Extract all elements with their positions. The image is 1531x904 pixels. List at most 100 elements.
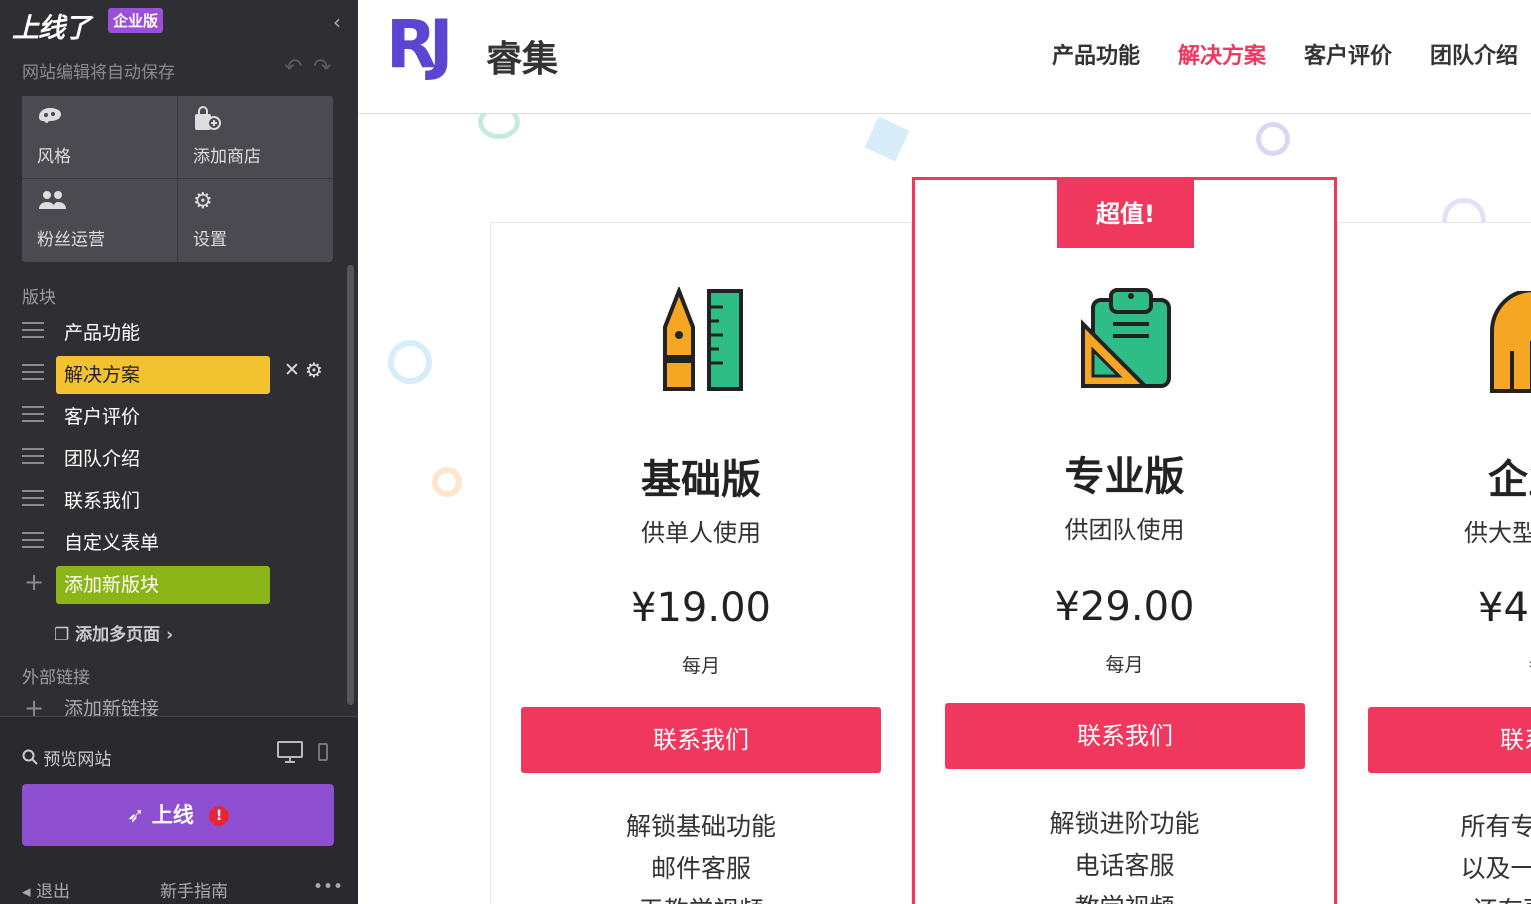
collapse-sidebar-icon[interactable]: ‹ bbox=[333, 10, 341, 34]
building-icon bbox=[1488, 288, 1531, 399]
site-logo[interactable]: RJ bbox=[386, 6, 453, 83]
block-item[interactable]: 自定义表单 bbox=[0, 522, 340, 562]
tool-style-label: 风格 bbox=[37, 147, 71, 167]
editor-app: 上线了 企业版 ‹ 网站编辑将自动保存 ↶ ↷ 风格 添加商店 粉丝运营 ⚙ 设… bbox=[0, 0, 1531, 904]
plan-period: 每月 bbox=[681, 655, 720, 677]
plan-feature: 所有专业版功能 bbox=[1460, 812, 1531, 841]
site-preview: RJ 睿集 产品功能 解决方案 客户评价 团队介绍 基础版 供单人使用 ¥19.… bbox=[358, 0, 1531, 904]
search-icon bbox=[22, 749, 43, 770]
external-links-heading: 外部链接 bbox=[22, 668, 90, 688]
pen-ruler-icon bbox=[657, 285, 747, 397]
add-block-button[interactable]: 添加新版块 bbox=[56, 566, 270, 604]
arrow-left-icon: ◂ bbox=[22, 882, 31, 902]
plan-feature: 无教学视频 bbox=[491, 891, 911, 904]
shop-bag-icon bbox=[193, 106, 223, 138]
plan-feature: 电话客服 bbox=[1074, 851, 1175, 880]
plan-feature: 解锁进阶功能 bbox=[1049, 809, 1200, 838]
grid-divider bbox=[177, 96, 178, 262]
block-label: 解决方案 bbox=[56, 356, 270, 394]
nav-team[interactable]: 团队介绍 bbox=[1430, 38, 1518, 70]
tool-style-button[interactable]: 风格 bbox=[22, 96, 176, 178]
plan-feature: 解锁基础功能 bbox=[625, 812, 776, 841]
plan-feature: 邮件客服 bbox=[650, 854, 751, 883]
tool-fans-label: 粉丝运营 bbox=[37, 230, 105, 250]
tool-add-shop-button[interactable]: 添加商店 bbox=[178, 96, 332, 178]
block-item[interactable]: 产品功能 bbox=[0, 312, 340, 352]
editor-sidebar: 上线了 企业版 ‹ 网站编辑将自动保存 ↶ ↷ 风格 添加商店 粉丝运营 ⚙ 设… bbox=[0, 0, 358, 904]
drag-handle-icon[interactable] bbox=[22, 448, 44, 466]
rocket-icon: ➶ bbox=[126, 803, 145, 827]
clipboard-ruler-icon bbox=[1079, 284, 1175, 396]
contact-us-button[interactable]: 联系我们 bbox=[521, 707, 881, 773]
plan-title: 企业版 bbox=[1488, 457, 1531, 503]
tool-settings-button[interactable]: ⚙ 设置 bbox=[178, 179, 332, 261]
mobile-view-icon[interactable] bbox=[318, 743, 328, 765]
block-item[interactable]: 团队介绍 bbox=[0, 438, 340, 478]
plan-title: 专业版 bbox=[1064, 454, 1185, 500]
site-brand-name: 睿集 bbox=[486, 39, 559, 80]
undo-icon[interactable]: ↶ bbox=[284, 55, 302, 80]
block-label: 团队介绍 bbox=[64, 448, 141, 470]
gear-icon: ⚙ bbox=[193, 189, 213, 214]
sidebar-scrollbar[interactable] bbox=[347, 265, 354, 705]
contact-us-button[interactable]: 联系我们 bbox=[945, 703, 1305, 769]
confetti-decor bbox=[1256, 122, 1290, 156]
tool-settings-label: 设置 bbox=[193, 230, 227, 250]
logout-link[interactable]: ◂ 退出 bbox=[22, 877, 70, 902]
plan-subtitle: 供单人使用 bbox=[641, 519, 761, 547]
confetti-decor bbox=[388, 340, 432, 384]
block-label: 客户评价 bbox=[64, 406, 141, 428]
app-logo: 上线了 bbox=[12, 13, 91, 44]
drag-handle-icon[interactable] bbox=[22, 322, 44, 340]
preview-label: 预览网站 bbox=[43, 750, 112, 770]
publish-button[interactable]: ➶ 上线 ! bbox=[22, 784, 334, 846]
block-settings-icon[interactable]: ⚙ bbox=[305, 358, 323, 382]
preview-site-link[interactable]: 预览网站 bbox=[22, 745, 111, 770]
users-icon bbox=[37, 189, 67, 217]
guide-link[interactable]: 新手指南 bbox=[160, 877, 228, 902]
tool-grid: 风格 添加商店 粉丝运营 ⚙ 设置 bbox=[22, 96, 333, 262]
plan-feature: 以及一对一服务 bbox=[1460, 854, 1531, 883]
desktop-view-icon[interactable] bbox=[277, 741, 303, 768]
contact-us-button[interactable]: 联系我们 bbox=[1368, 707, 1531, 773]
warning-badge: ! bbox=[209, 806, 230, 826]
pages-icon: ❐ bbox=[54, 625, 70, 645]
block-label: 联系我们 bbox=[64, 490, 141, 512]
plan-period: 每月 bbox=[1338, 651, 1531, 678]
more-options-icon[interactable]: ••• bbox=[313, 877, 343, 897]
block-item[interactable]: 客户评价 bbox=[0, 396, 340, 436]
block-item-active[interactable]: 解决方案 ✕ ⚙ bbox=[0, 354, 340, 394]
add-pages-label: 添加多页面 › bbox=[75, 625, 174, 645]
nav-testimonials[interactable]: 客户评价 bbox=[1304, 38, 1392, 70]
palette-icon bbox=[37, 106, 63, 134]
edition-badge: 企业版 bbox=[108, 8, 164, 33]
drag-handle-icon[interactable] bbox=[22, 406, 44, 424]
publish-label: 上线 bbox=[151, 803, 194, 827]
site-header: RJ 睿集 产品功能 解决方案 客户评价 团队介绍 bbox=[358, 0, 1531, 114]
redo-icon[interactable]: ↷ bbox=[313, 55, 331, 80]
autosave-notice: 网站编辑将自动保存 bbox=[22, 63, 175, 83]
tool-add-shop-label: 添加商店 bbox=[193, 147, 261, 167]
drag-handle-icon[interactable] bbox=[22, 532, 44, 550]
tool-fans-button[interactable]: 粉丝运营 bbox=[22, 179, 176, 261]
best-value-ribbon: 超值! bbox=[1057, 180, 1194, 248]
plan-price: ¥49.00 bbox=[1478, 585, 1531, 631]
grid-divider bbox=[22, 178, 333, 179]
confetti-decor bbox=[432, 467, 462, 497]
plus-icon: + bbox=[24, 694, 45, 716]
add-pages-link[interactable]: ❐ 添加多页面 › bbox=[54, 620, 173, 645]
plan-feature: 教学视频 bbox=[915, 888, 1334, 904]
add-block-row[interactable]: + 添加新版块 bbox=[0, 564, 340, 604]
drag-handle-icon[interactable] bbox=[22, 364, 44, 382]
block-item[interactable]: 联系我们 bbox=[0, 480, 340, 520]
plan-feature: 还有更多功能 bbox=[1338, 891, 1531, 904]
drag-handle-icon[interactable] bbox=[22, 490, 44, 508]
add-link-label: 添加新链接 bbox=[64, 698, 160, 716]
add-link-row[interactable]: + 添加新链接 bbox=[0, 694, 340, 716]
nav-product-features[interactable]: 产品功能 bbox=[1052, 38, 1140, 70]
logout-label: 退出 bbox=[35, 882, 70, 902]
pricing-card-enterprise: 企业版 供大型团队使用 ¥49.00 每月 联系我们 所有专业版功能 以及一对一… bbox=[1337, 222, 1531, 904]
block-label: 自定义表单 bbox=[64, 532, 160, 554]
delete-block-icon[interactable]: ✕ bbox=[284, 359, 300, 381]
nav-solutions[interactable]: 解决方案 bbox=[1178, 38, 1266, 70]
